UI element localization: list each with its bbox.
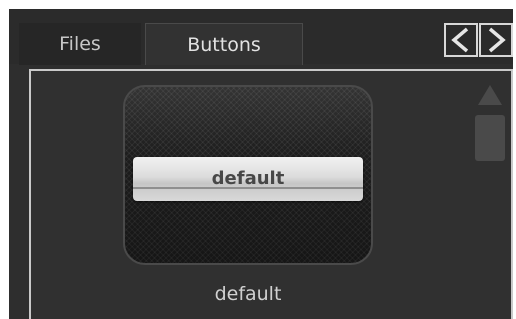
- tab-files[interactable]: Files: [19, 23, 141, 65]
- chevron-right-icon: [488, 27, 506, 53]
- next-button[interactable]: [479, 23, 513, 57]
- triangle-up-icon[interactable]: [475, 83, 505, 107]
- prev-button[interactable]: [444, 23, 478, 57]
- buttons-panel: default default: [29, 69, 513, 319]
- scrollbar-thumb[interactable]: [475, 115, 505, 161]
- app-window: Files Buttons default default: [9, 9, 513, 319]
- sample-default-button[interactable]: default: [133, 157, 363, 201]
- preview-caption: default: [214, 283, 282, 305]
- scrollbar[interactable]: [475, 77, 505, 315]
- sample-button-label: default: [211, 168, 285, 189]
- chevron-left-icon: [451, 27, 469, 53]
- tab-buttons[interactable]: Buttons: [145, 23, 303, 65]
- tab-bar: Files Buttons: [9, 9, 513, 65]
- button-preview-card[interactable]: default: [123, 85, 373, 265]
